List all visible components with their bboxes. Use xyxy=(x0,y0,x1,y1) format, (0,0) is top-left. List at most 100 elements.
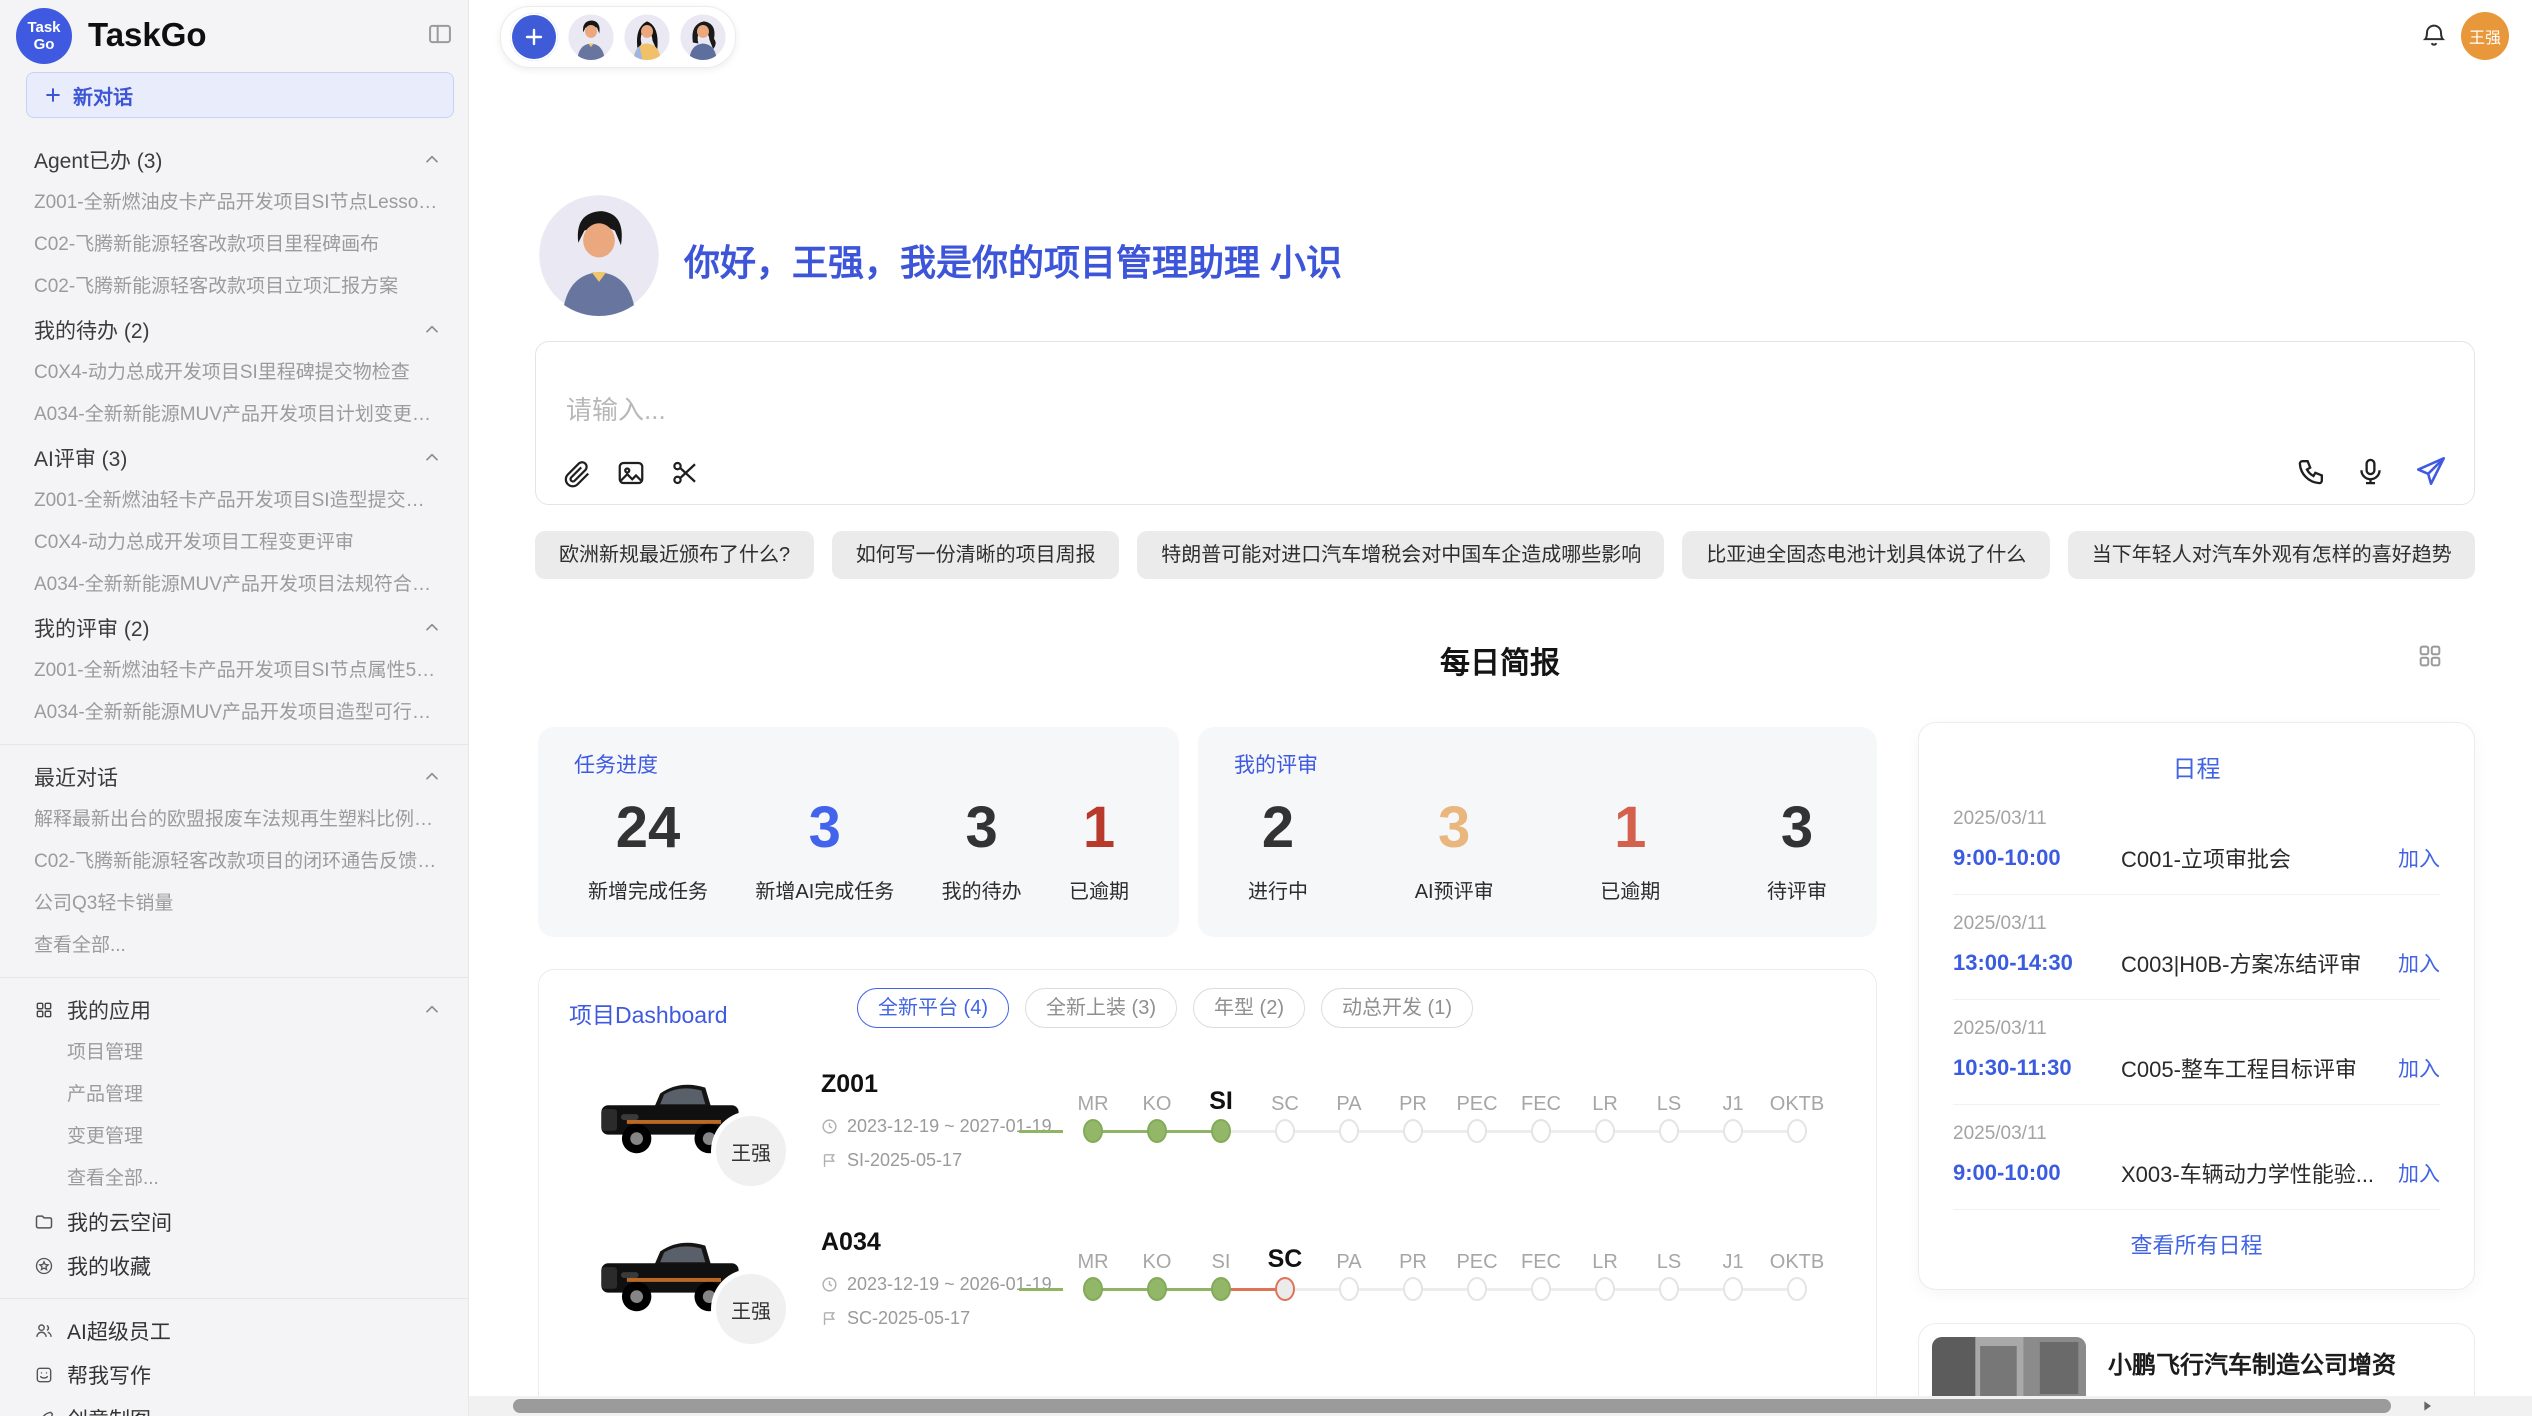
microphone-icon[interactable] xyxy=(2355,456,2386,487)
milestone-dot[interactable] xyxy=(1403,1119,1423,1143)
sidebar-item[interactable]: 解释最新出台的欧盟报废车法规再生塑料比例被调至15%... xyxy=(0,799,468,841)
chat-input[interactable]: 请输入... xyxy=(535,341,2475,505)
milestone-dot[interactable] xyxy=(1083,1277,1103,1301)
agent-avatar-3[interactable] xyxy=(680,14,726,60)
sidebar-item[interactable]: C02-飞腾新能源轻客改款项目立项汇报方案 xyxy=(0,266,468,308)
horizontal-scrollbar[interactable] xyxy=(469,1396,2532,1416)
sidebar-item[interactable]: 变更管理 xyxy=(0,1116,468,1158)
event-name: C001-立项审批会 xyxy=(2121,842,2398,874)
sidebar-section-recent[interactable]: 最近对话 xyxy=(0,755,468,799)
sidebar-item[interactable]: 公司Q3轻卡销量 xyxy=(0,883,468,925)
event-join-link[interactable]: 加入 xyxy=(2398,1158,2440,1188)
scrollbar-thumb[interactable] xyxy=(513,1399,2391,1413)
dashboard-filter-chip[interactable]: 年型 (2) xyxy=(1193,988,1305,1028)
sidebar-item[interactable]: Z001-全新燃油皮卡产品开发项目SI节点Lesson Learn报告 xyxy=(0,182,468,224)
dashboard-filter-chip[interactable]: 动总开发 (1) xyxy=(1321,988,1473,1028)
event-join-link[interactable]: 加入 xyxy=(2398,843,2440,873)
dashboard-filter-chip[interactable]: 全新上装 (3) xyxy=(1025,988,1177,1028)
milestone-dot[interactable] xyxy=(1531,1277,1551,1301)
sidebar-item[interactable]: C02-飞腾新能源轻客改款项目里程碑画布 xyxy=(0,224,468,266)
milestone-dot[interactable] xyxy=(1787,1277,1807,1301)
sidebar-item[interactable]: C0X4-动力总成开发项目SI里程碑提交物检查 xyxy=(0,352,468,394)
sidebar-item[interactable]: Z001-全新燃油轻卡产品开发项目SI节点属性5D文件评审 xyxy=(0,650,468,692)
suggestion-chip[interactable]: 特朗普可能对进口汽车增税会对中国车企造成哪些影响 xyxy=(1137,531,1664,579)
screenshot-scissors-icon[interactable] xyxy=(670,458,700,488)
user-avatar[interactable]: 王强 xyxy=(2461,12,2509,60)
sidebar-section-s0[interactable]: Agent已办 (3) xyxy=(0,138,468,182)
suggestion-chip[interactable]: 比亚迪全固态电池计划具体说了什么 xyxy=(1682,531,2049,579)
scroll-right-arrow-icon[interactable] xyxy=(2419,1398,2435,1414)
layout-grid-icon[interactable] xyxy=(2416,642,2444,670)
sidebar-item[interactable]: 产品管理 xyxy=(0,1074,468,1116)
add-agent-button[interactable] xyxy=(510,13,558,61)
sidebar-item[interactable]: A034-全新新能源MUV产品开发项目计划变更表编写 xyxy=(0,394,468,436)
sidebar-tool-2[interactable]: 创意制图 xyxy=(0,1397,468,1416)
attachment-icon[interactable] xyxy=(562,458,592,488)
notification-bell-icon[interactable] xyxy=(2420,21,2448,49)
suggestion-chip[interactable]: 欧洲新规最近颁布了什么? xyxy=(535,531,814,579)
milestone-dot[interactable] xyxy=(1403,1277,1423,1301)
milestone-dot[interactable] xyxy=(1531,1119,1551,1143)
milestone-dot[interactable] xyxy=(1275,1119,1295,1143)
chevron-up-icon[interactable] xyxy=(422,1000,442,1020)
sidebar-item[interactable]: 查看全部... xyxy=(0,1158,468,1200)
milestone-dot[interactable] xyxy=(1147,1277,1167,1301)
agent-avatar-2[interactable] xyxy=(624,14,670,60)
stat-value: 24 xyxy=(588,795,708,861)
send-icon[interactable] xyxy=(2414,454,2448,488)
milestone-timeline: MRKOSISCPAPRPECFECLRLSJ1OKTB xyxy=(1061,1232,1829,1310)
chevron-up-icon[interactable] xyxy=(422,618,442,638)
sidebar-section-s1[interactable]: 我的待办 (2) xyxy=(0,308,468,352)
sidebar-item[interactable]: C0X4-动力总成开发项目工程变更评审 xyxy=(0,522,468,564)
milestone-dot[interactable] xyxy=(1723,1277,1743,1301)
sidebar-section-s2[interactable]: AI评审 (3) xyxy=(0,436,468,480)
collapse-sidebar-icon[interactable] xyxy=(426,20,454,48)
sidebar-item[interactable]: 项目管理 xyxy=(0,1032,468,1074)
sidebar-section-s3[interactable]: 我的评审 (2) xyxy=(0,606,468,650)
milestone-dot[interactable] xyxy=(1211,1119,1231,1143)
milestone-dot[interactable] xyxy=(1467,1277,1487,1301)
milestone-dot[interactable] xyxy=(1659,1277,1679,1301)
suggestion-chip[interactable]: 如何写一份清晰的项目周报 xyxy=(832,531,1120,579)
milestone-dot[interactable] xyxy=(1787,1119,1807,1143)
sidebar-section-apps[interactable]: 我的应用 xyxy=(0,988,468,1032)
sidebar-item[interactable]: C02-飞腾新能源轻客改款项目的闭环通告反馈情况 xyxy=(0,841,468,883)
sidebar-item[interactable]: Z001-全新燃油轻卡产品开发项目SI造型提交物评审 xyxy=(0,480,468,522)
sidebar-item[interactable]: 查看全部... xyxy=(0,925,468,967)
image-upload-icon[interactable] xyxy=(616,458,646,488)
chevron-up-icon[interactable] xyxy=(422,448,442,468)
suggestion-chip[interactable]: 当下年轻人对汽车外观有怎样的喜好趋势 xyxy=(2068,531,2475,579)
milestone-dot[interactable] xyxy=(1723,1119,1743,1143)
milestone-dot[interactable] xyxy=(1211,1277,1231,1301)
milestone-dot[interactable] xyxy=(1147,1119,1167,1143)
event-join-link[interactable]: 加入 xyxy=(2398,1053,2440,1083)
sidebar-link-0[interactable]: 我的云空间 xyxy=(0,1200,468,1244)
milestone-dot[interactable] xyxy=(1083,1119,1103,1143)
new-chat-button[interactable]: 新对话 xyxy=(26,72,454,118)
view-all-schedule-link[interactable]: 查看所有日程 xyxy=(1953,1228,2440,1260)
chevron-up-icon[interactable] xyxy=(422,150,442,170)
milestone-dot[interactable] xyxy=(1339,1119,1359,1143)
sidebar-item[interactable]: A034-全新新能源MUV产品开发项目造型可行性评审 xyxy=(0,692,468,734)
stat-label: 待评审 xyxy=(1767,875,1827,904)
milestone-dot[interactable] xyxy=(1467,1119,1487,1143)
dashboard-filter-chip[interactable]: 全新平台 (4) xyxy=(857,988,1009,1028)
chevron-up-icon[interactable] xyxy=(422,320,442,340)
sidebar-item[interactable]: A034-全新新能源MUV产品开发项目法规符合性评审 xyxy=(0,564,468,606)
sidebar-link-1[interactable]: 我的收藏 xyxy=(0,1244,468,1288)
stat: 3AI预评审 xyxy=(1415,795,1494,904)
project-row[interactable]: 王强A0342023-12-19 ~ 2026-01-19SC-2025-05-… xyxy=(539,1214,1876,1384)
project-row[interactable]: 王强Z0012023-12-19 ~ 2027-01-19SI-2025-05-… xyxy=(539,1056,1876,1226)
sidebar-tool-1[interactable]: 帮我写作 xyxy=(0,1353,468,1397)
event-join-link[interactable]: 加入 xyxy=(2398,948,2440,978)
milestone-dot[interactable] xyxy=(1659,1119,1679,1143)
sidebar-tool-0[interactable]: AI超级员工 xyxy=(0,1309,468,1353)
milestone-dot[interactable] xyxy=(1595,1119,1615,1143)
milestone-dot[interactable] xyxy=(1595,1277,1615,1301)
milestone-dot[interactable] xyxy=(1339,1277,1359,1301)
project-owner-badge: 王强 xyxy=(716,1274,786,1344)
milestone-dot[interactable] xyxy=(1275,1277,1295,1301)
chevron-up-icon[interactable] xyxy=(422,767,442,787)
phone-call-icon[interactable] xyxy=(2296,456,2327,487)
agent-avatar-1[interactable] xyxy=(568,14,614,60)
